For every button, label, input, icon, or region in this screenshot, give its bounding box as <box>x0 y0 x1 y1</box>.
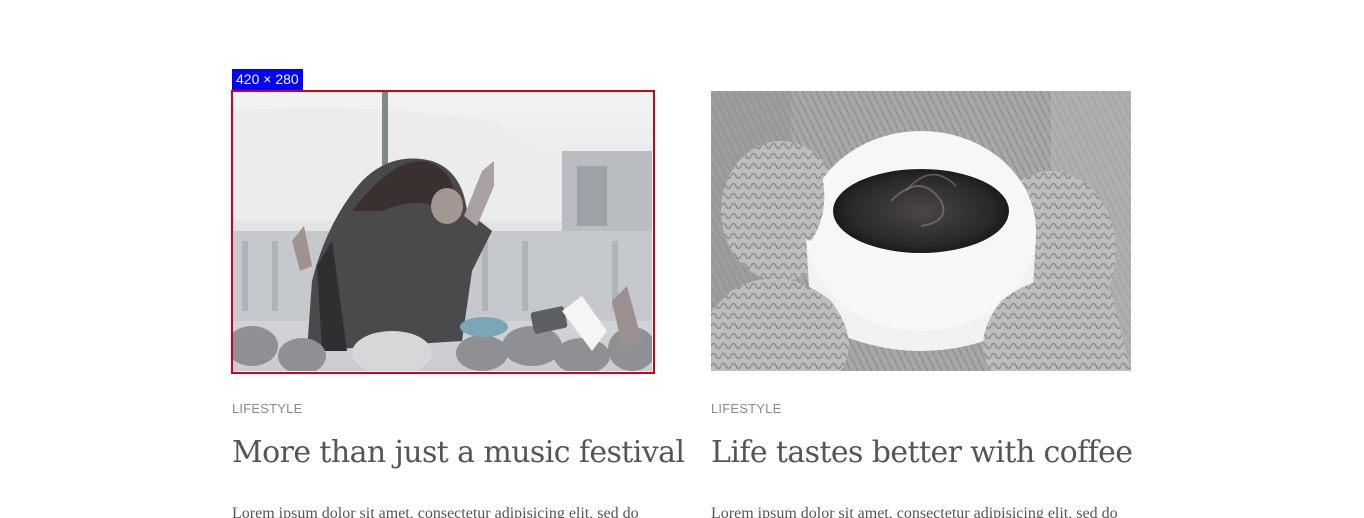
coffee-photo <box>711 91 1131 371</box>
post-category[interactable]: LIFESTYLE <box>232 401 652 416</box>
post-category[interactable]: LIFESTYLE <box>711 401 1131 416</box>
post-image-festival[interactable] <box>232 91 652 371</box>
post-title[interactable]: Life tastes better with coffee <box>711 434 1133 472</box>
post-title[interactable]: More than just a music festival <box>232 434 685 472</box>
dimension-badge: 420 × 280 <box>232 69 303 90</box>
festival-photo <box>232 91 652 371</box>
post-card-coffee[interactable]: LIFESTYLE Life tastes better with coffee… <box>711 91 1133 518</box>
post-excerpt: Lorem ipsum dolor sit amet, consectetur … <box>232 505 639 518</box>
post-card-music-festival[interactable]: LIFESTYLE More than just a music festiva… <box>232 91 685 518</box>
post-excerpt: Lorem ipsum dolor sit amet, consectetur … <box>711 505 1118 518</box>
post-image-coffee[interactable] <box>711 91 1131 371</box>
